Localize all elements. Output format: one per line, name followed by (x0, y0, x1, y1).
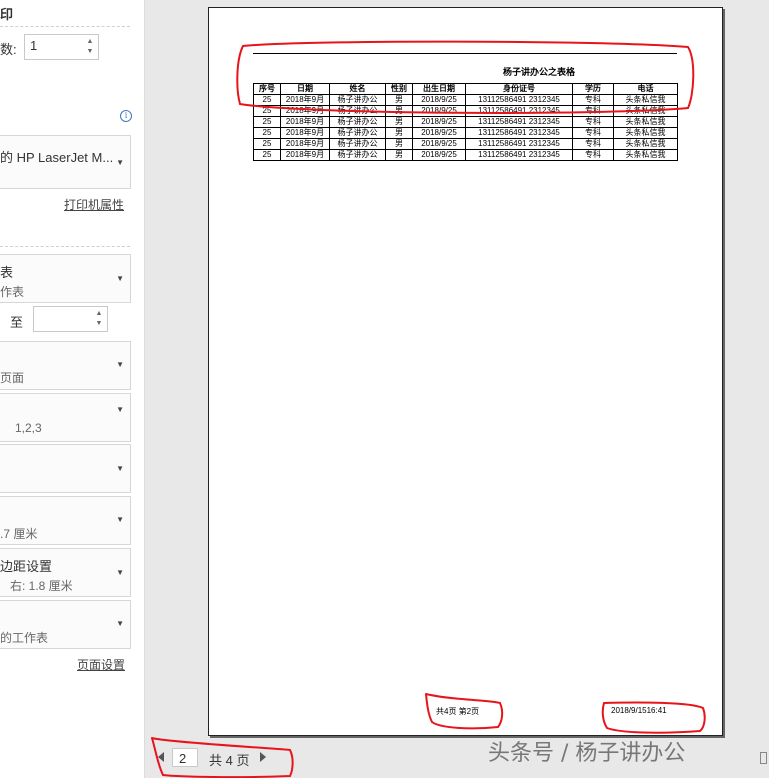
annotation-mark (601, 701, 706, 734)
annotation-mark (425, 693, 504, 730)
annotation-overlay (151, 40, 706, 778)
annotation-mark (151, 737, 294, 778)
annotation-mark (236, 40, 695, 114)
